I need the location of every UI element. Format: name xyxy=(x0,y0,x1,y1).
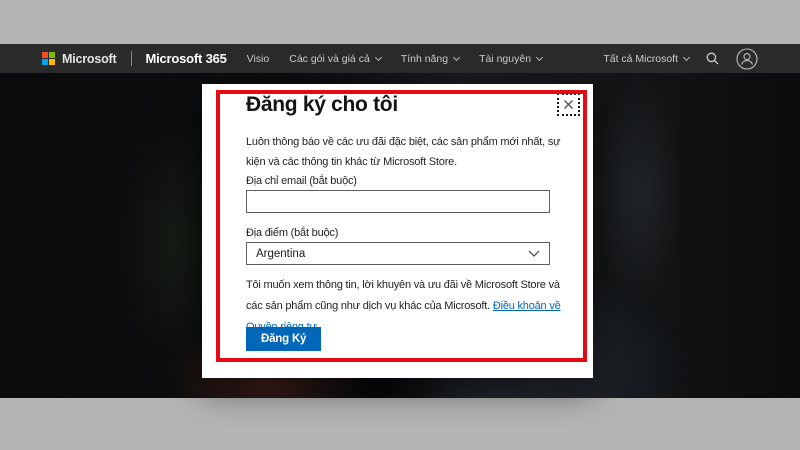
nav-item-label: Visio xyxy=(246,52,270,65)
close-icon xyxy=(564,100,573,109)
search-icon xyxy=(706,52,719,65)
location-select[interactable]: Argentina xyxy=(246,242,550,265)
navbar-right: Tất cả Microsoft xyxy=(603,47,758,70)
nav-product-microsoft-365[interactable]: Microsoft 365 xyxy=(145,51,226,66)
nav-item-visio[interactable]: Visio xyxy=(247,53,270,65)
nav-item-features[interactable]: Tính năng xyxy=(400,52,461,65)
chevron-down-icon xyxy=(682,53,691,61)
account-icon xyxy=(736,47,758,70)
dialog-description: Luôn thông báo về các ưu đãi đặc biệt, c… xyxy=(246,136,561,168)
nav-item-label: Tính năng xyxy=(400,52,449,65)
nav-item-resources[interactable]: Tài nguyên xyxy=(479,52,544,65)
chevron-down-icon xyxy=(374,53,382,61)
page: Microsoft Microsoft 365 Visio Các gói và… xyxy=(0,0,800,450)
top-navbar: Microsoft Microsoft 365 Visio Các gói và… xyxy=(0,44,800,73)
chevron-down-icon xyxy=(453,53,461,61)
dialog-title: Đăng ký cho tôi xyxy=(246,93,398,116)
chevron-down-icon xyxy=(528,250,540,257)
nav-item-label: Tài nguyên xyxy=(479,52,532,65)
location-selected-value: Argentina xyxy=(256,247,306,260)
nav-item-label: Các gói và giá cả xyxy=(289,52,370,65)
signup-submit-button[interactable]: Đăng Ký xyxy=(246,327,322,351)
microsoft-home-link[interactable]: Microsoft xyxy=(42,51,117,66)
letterbox-bottom xyxy=(0,398,800,450)
email-field[interactable] xyxy=(246,190,550,213)
nav-divider xyxy=(131,51,133,66)
microsoft-logo-icon xyxy=(42,52,55,65)
location-label: Địa điểm (bắt buộc) xyxy=(246,227,339,239)
microsoft-logo-text: Microsoft xyxy=(62,51,117,66)
letterbox-top xyxy=(0,0,800,44)
account-button[interactable] xyxy=(736,47,758,70)
chevron-down-icon xyxy=(535,53,544,61)
nav-all-microsoft[interactable]: Tất cả Microsoft xyxy=(603,52,691,65)
email-label: Địa chỉ email (bắt buộc) xyxy=(246,175,357,187)
nav-item-plans-pricing[interactable]: Các gói và giá cả xyxy=(289,52,382,65)
signup-dialog: Đăng ký cho tôi Luôn thông báo về các ưu… xyxy=(202,84,593,378)
close-button[interactable] xyxy=(557,93,580,116)
search-button[interactable] xyxy=(706,52,719,65)
nav-item-label: Tất cả Microsoft xyxy=(603,52,678,65)
